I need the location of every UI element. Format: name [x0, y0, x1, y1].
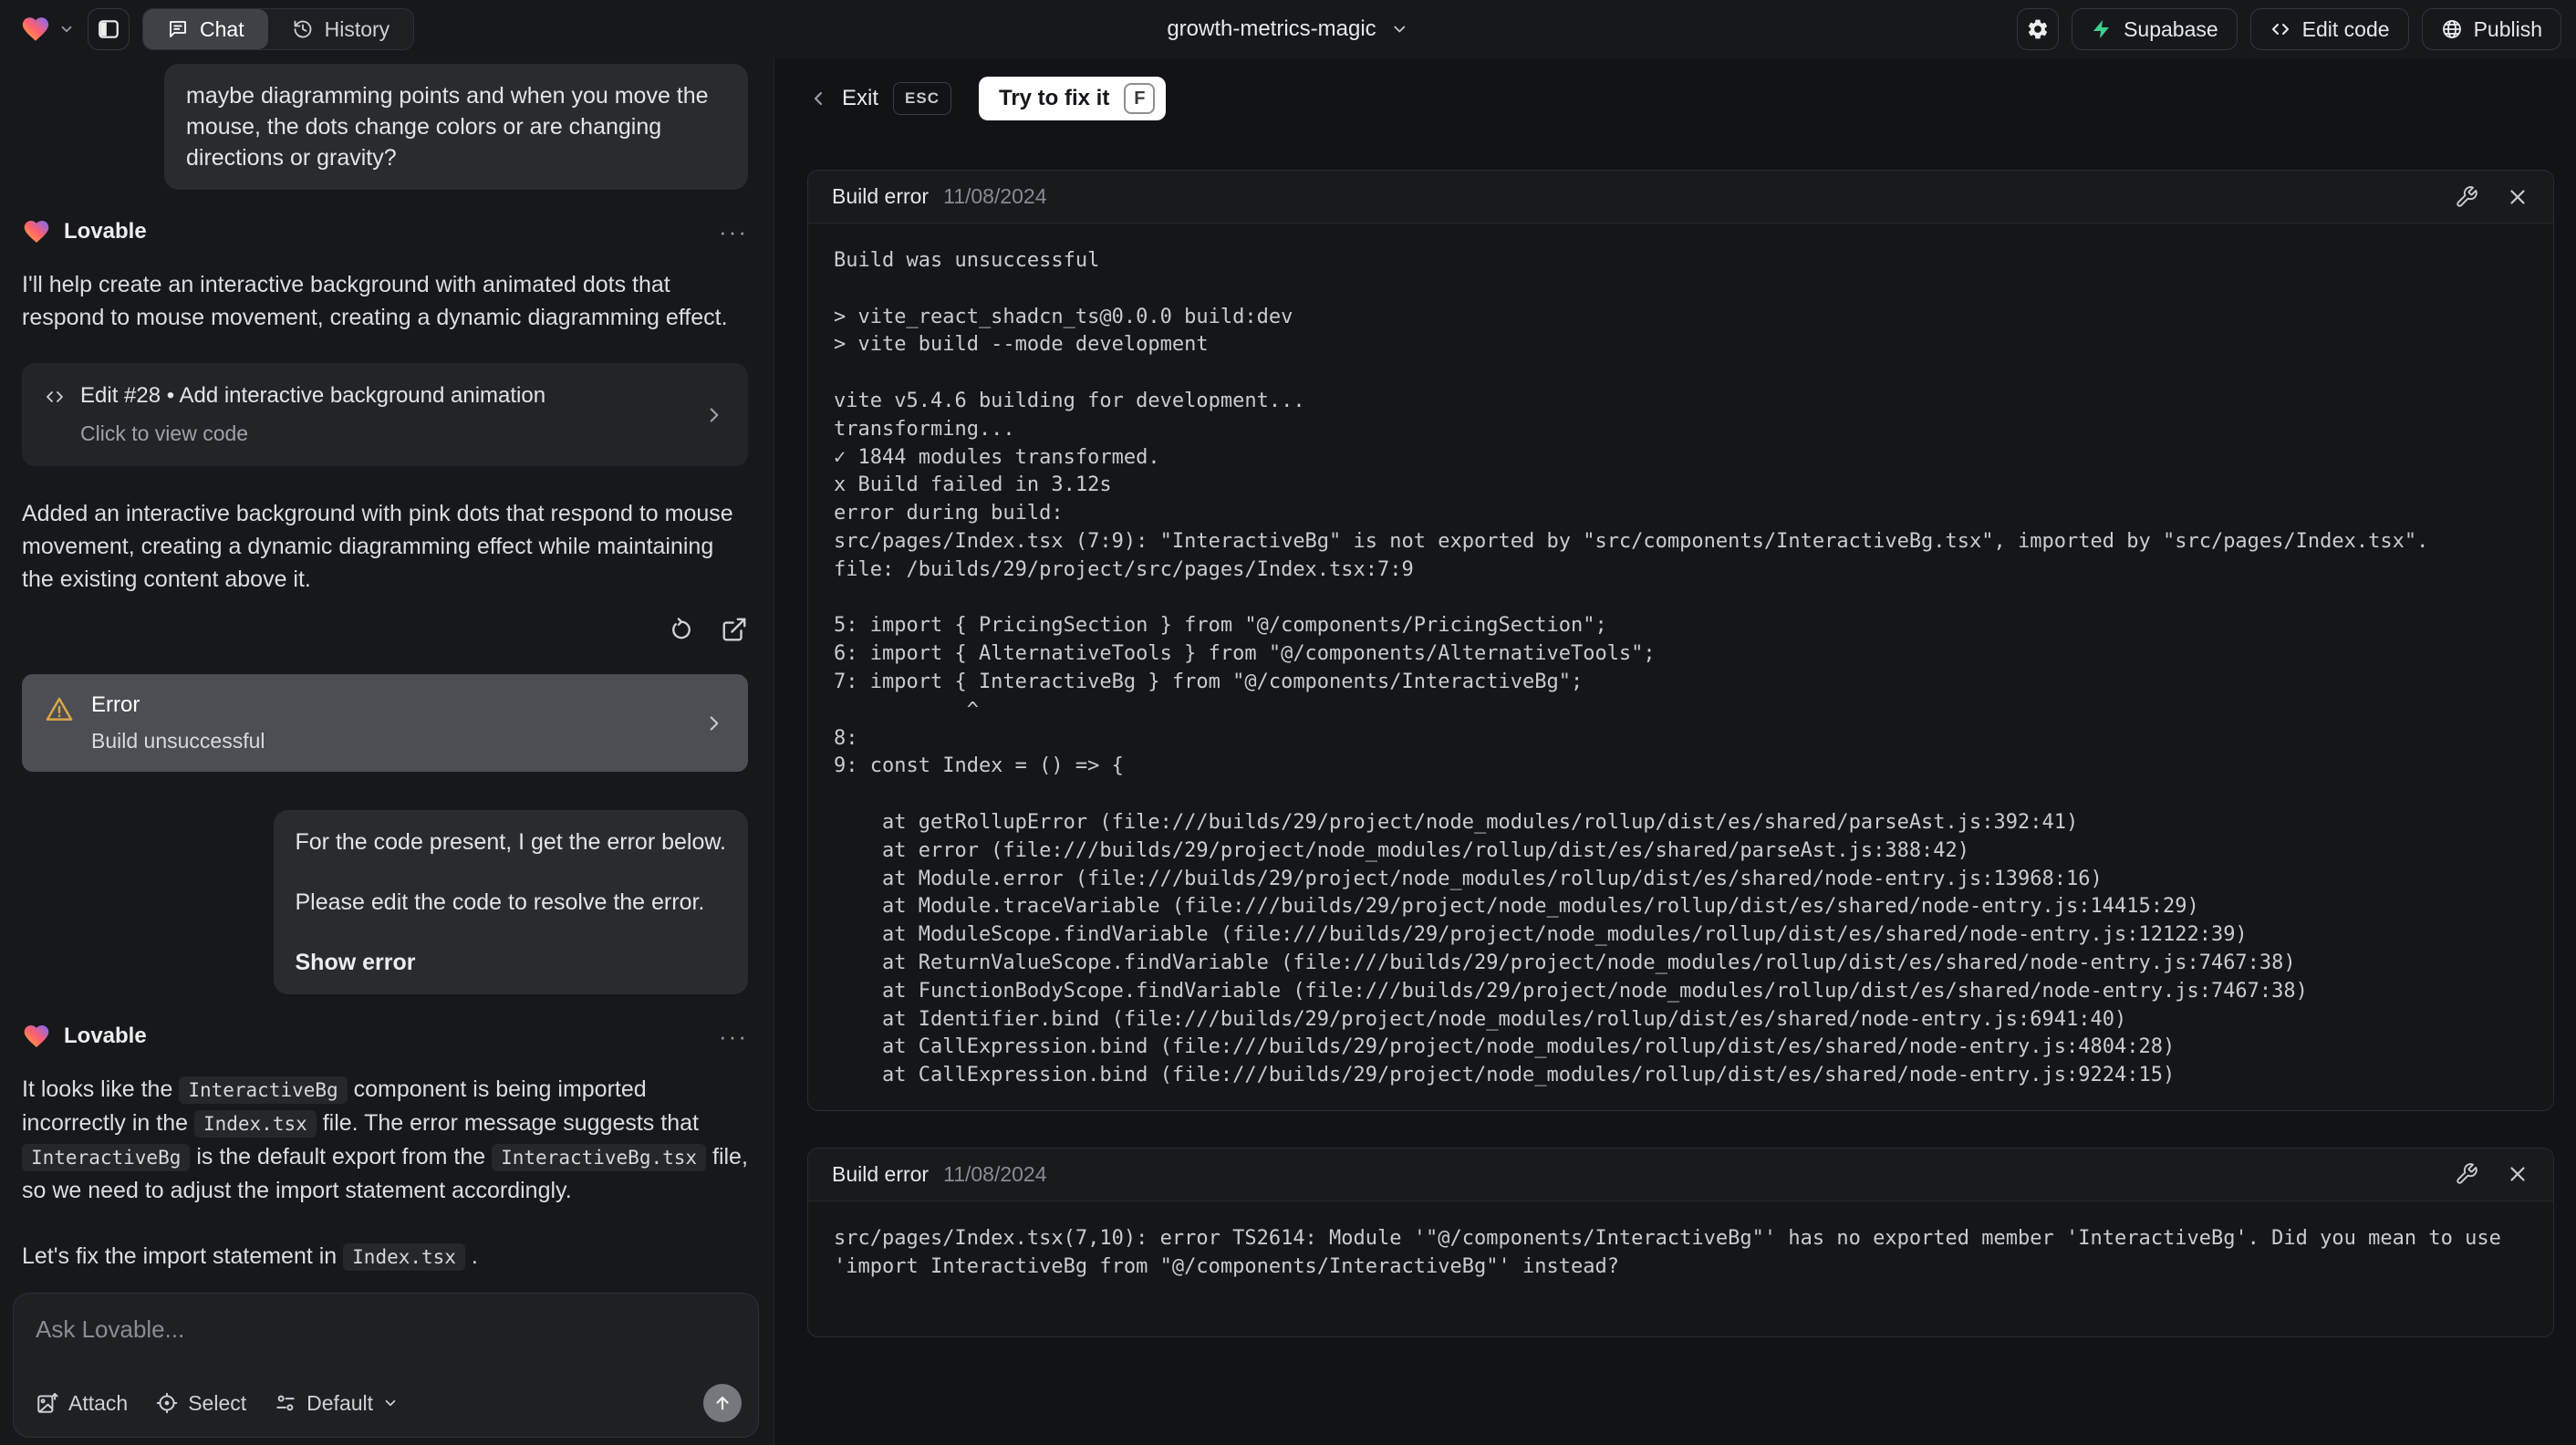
build-log[interactable]: Build was unsuccessful > vite_react_shad…: [808, 224, 2553, 1110]
attach-label: Attach: [68, 1390, 129, 1415]
select-label: Select: [188, 1390, 247, 1415]
lovable-app: Chat History growth-metrics-magic Supaba…: [0, 0, 2576, 1445]
build-error-overlay: Exit ESC Try to fix it F Build error 11/…: [774, 58, 2576, 1445]
user-message-text: For the code present, I get the error be…: [295, 829, 727, 855]
mode-label: Default: [306, 1390, 374, 1415]
supabase-label: Supabase: [2124, 16, 2218, 41]
error-panel-title: Build error: [832, 184, 930, 208]
globe-icon: [2441, 18, 2463, 40]
supabase-bolt-icon: [2091, 18, 2113, 40]
chevron-down-icon: [1391, 20, 1409, 38]
error-card-title: Error: [91, 692, 140, 717]
tab-chat-label: Chat: [200, 16, 244, 41]
assistant-fix-text: Let's fix the import statement in Index.…: [22, 1243, 478, 1271]
code-brackets-icon: [2270, 18, 2291, 40]
attach-button[interactable]: Attach: [36, 1391, 128, 1416]
assistant-message-header: Lovable ···: [22, 217, 748, 246]
history-clock-icon: [292, 18, 314, 40]
f-key-badge: F: [1124, 83, 1156, 114]
close-icon[interactable]: [2506, 185, 2529, 209]
error-panel-header: Build error 11/08/2024: [808, 171, 2553, 224]
mode-dropdown[interactable]: Default: [274, 1391, 399, 1416]
assistant-diagnosis-text: It looks like the InteractiveBg componen…: [22, 1076, 748, 1203]
assistant-name: Lovable: [64, 1024, 147, 1048]
wrench-fix-icon[interactable]: [2455, 185, 2478, 209]
error-panel-title: Build error: [832, 1161, 930, 1186]
build-error-panel-1: Build error 11/08/2024 Build was unsucce…: [807, 170, 2554, 1111]
chevron-left-icon: [807, 88, 829, 109]
assistant-summary-text: Added an interactive background with pin…: [22, 501, 733, 592]
message-actions-row: [22, 616, 748, 643]
sidebar-panel-icon: [97, 17, 120, 41]
lovable-heart-icon: [22, 1022, 51, 1051]
error-card-subtitle: Build unsuccessful: [91, 729, 265, 753]
more-options-icon[interactable]: ···: [719, 220, 748, 244]
restore-icon[interactable]: [668, 616, 695, 643]
more-options-icon[interactable]: ···: [719, 1024, 748, 1048]
chevron-right-icon: [702, 403, 726, 427]
exit-label: Exit: [842, 86, 879, 110]
code-brackets-icon: [44, 383, 66, 446]
build-error-panel-2: Build error 11/08/2024 src/pages/Index.t…: [807, 1147, 2554, 1337]
open-preview-icon[interactable]: [721, 616, 748, 643]
build-log[interactable]: src/pages/Index.tsx(7,10): error TS2614:…: [808, 1201, 2553, 1336]
edit-code-button[interactable]: Edit code: [2249, 8, 2409, 50]
close-icon[interactable]: [2506, 1162, 2529, 1186]
lovable-logo-menu[interactable]: [15, 14, 75, 45]
chat-panel: maybe diagramming points and when you mo…: [0, 58, 774, 1445]
build-error-summary-card[interactable]: Error Build unsuccessful: [22, 674, 748, 772]
show-error-link[interactable]: Show error: [296, 947, 727, 978]
esc-key-badge: ESC: [893, 82, 951, 115]
tab-history-label: History: [324, 16, 390, 41]
error-panel-header: Build error 11/08/2024: [808, 1148, 2553, 1201]
send-button[interactable]: [703, 1384, 742, 1422]
user-message-text: maybe diagramming points and when you mo…: [186, 83, 709, 171]
select-element-button[interactable]: Select: [155, 1391, 246, 1416]
error-panel-date: 11/08/2024: [943, 184, 1047, 208]
edit-card-title: Edit #28 • Add interactive background an…: [80, 383, 546, 408]
try-to-fix-button[interactable]: Try to fix it F: [978, 77, 1167, 120]
supabase-button[interactable]: Supabase: [2072, 8, 2238, 50]
chat-composer: Attach Select Default: [13, 1293, 759, 1438]
project-name: growth-metrics-magic: [1167, 16, 1376, 41]
fix-button-label: Try to fix it: [998, 86, 1110, 110]
overlay-header: Exit ESC Try to fix it F: [807, 77, 2554, 120]
chat-history-toggle: Chat History: [142, 8, 415, 50]
lovable-heart-icon: [20, 14, 51, 45]
top-bar: Chat History growth-metrics-magic Supaba…: [0, 0, 2576, 58]
edit-card-subtitle: Click to view code: [80, 421, 249, 445]
assistant-intro-text: I'll help create an interactive backgrou…: [22, 272, 728, 330]
user-message: For the code present, I get the error be…: [273, 810, 748, 994]
lovable-heart-icon: [22, 217, 51, 246]
gear-icon: [2026, 17, 2050, 41]
assistant-message-header: Lovable ···: [22, 1022, 748, 1051]
chat-message-list[interactable]: maybe diagramming points and when you mo…: [0, 58, 774, 1445]
chevron-right-icon: [702, 712, 726, 735]
user-message-text: Please edit the code to resolve the erro…: [295, 889, 705, 915]
toggle-sidebar-button[interactable]: [88, 8, 130, 50]
chat-input[interactable]: [36, 1315, 742, 1356]
user-message: maybe diagramming points and when you mo…: [164, 64, 748, 190]
chat-bubble-icon: [167, 18, 189, 40]
project-switcher[interactable]: growth-metrics-magic: [1167, 0, 1408, 58]
settings-button[interactable]: [2017, 8, 2060, 50]
image-attach-icon: [36, 1391, 59, 1415]
publish-button[interactable]: Publish: [2421, 8, 2561, 50]
arrow-up-icon: [712, 1393, 732, 1413]
warning-triangle-icon: [44, 692, 75, 754]
error-panel-date: 11/08/2024: [943, 1161, 1047, 1186]
publish-label: Publish: [2473, 16, 2542, 41]
edit-28-card[interactable]: Edit #28 • Add interactive background an…: [22, 363, 748, 466]
assistant-name: Lovable: [64, 219, 147, 244]
exit-button[interactable]: Exit: [807, 86, 878, 111]
tab-history[interactable]: History: [268, 9, 414, 49]
target-select-icon: [155, 1391, 179, 1415]
chevron-down-icon: [58, 21, 75, 37]
tab-chat[interactable]: Chat: [143, 9, 268, 49]
edit-code-label: Edit code: [2301, 16, 2390, 41]
wrench-fix-icon[interactable]: [2455, 1162, 2478, 1186]
chevron-down-icon: [382, 1395, 399, 1411]
sliders-icon: [274, 1391, 297, 1415]
